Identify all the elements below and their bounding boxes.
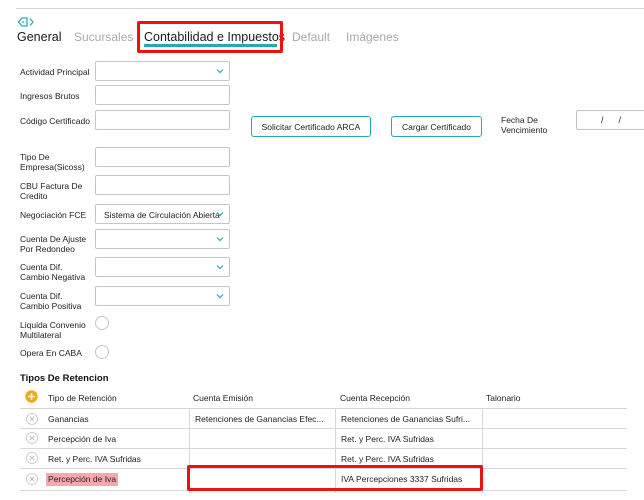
tab-imagenes[interactable]: Imágenes <box>346 30 399 44</box>
codigo-certificado-field[interactable] <box>95 110 230 130</box>
remove-row-icon[interactable] <box>26 413 38 425</box>
negociacion-fce-label: Negociación FCE <box>20 210 87 220</box>
row1-recepcion[interactable]: Retenciones de Ganancias Sufri... <box>341 414 480 424</box>
chevron-down-icon <box>216 69 224 74</box>
cuenta-dif-positiva-label: Cuenta Dif. Cambio Positiva <box>20 291 81 311</box>
actividad-principal-select[interactable] <box>95 61 230 81</box>
tipo-empresa-label: Tipo De Empresa(Sicoss) <box>20 152 85 172</box>
row-divider <box>20 448 627 449</box>
tab-sucursales[interactable]: Sucursales <box>74 30 133 44</box>
row3-tipo[interactable]: Ret. y Perc. IVA Sufridas <box>48 454 186 464</box>
negociacion-fce-select[interactable]: Sistema de Circulación Abierta <box>95 204 230 224</box>
table-header-divider <box>20 408 627 409</box>
cuenta-ajuste-label-line2: Por Redondeo <box>20 244 75 254</box>
row2-recepcion[interactable]: Ret. y Perc. IVA Sufridas <box>341 434 480 444</box>
highlight-box-row <box>187 465 483 491</box>
fecha-vencimiento-label: Fecha De Vencimiento <box>501 115 547 135</box>
opera-caba-label: Opera En CABA <box>20 348 82 358</box>
fecha-label-line2: Vencimiento <box>501 125 548 135</box>
tag-icon[interactable] <box>17 16 35 28</box>
tab-default[interactable]: Default <box>292 30 330 44</box>
row2-tipo[interactable]: Percepción de Iva <box>48 434 186 444</box>
row1-emision[interactable]: Retenciones de Ganancias Efec... <box>195 414 333 424</box>
row4-tipo[interactable]: Percepción de Iva <box>46 473 119 486</box>
negociacion-fce-value: Sistema de Circulación Abierta <box>104 210 220 220</box>
column-header-tipo[interactable]: Tipo de Retención <box>48 393 117 403</box>
liquida-convenio-label: Liquida Convenio Multilateral <box>20 320 86 340</box>
chevron-down-icon <box>216 265 224 270</box>
cuenta-dif-positiva-label-line2: Cambio Positiva <box>20 301 82 311</box>
fecha-label-line1: Fecha De <box>501 115 538 125</box>
liquida-convenio-radio[interactable] <box>95 316 109 330</box>
tab-general[interactable]: General <box>17 30 61 44</box>
remove-row-icon[interactable] <box>26 432 38 444</box>
cuenta-dif-negativa-label-line1: Cuenta Dif. <box>20 262 63 272</box>
fecha-vencimiento-value: / / <box>601 115 623 125</box>
row1-tipo[interactable]: Ganancias <box>48 414 186 424</box>
cuenta-dif-positiva-select[interactable] <box>95 286 230 306</box>
remove-row-icon[interactable] <box>26 473 38 485</box>
column-header-talonario[interactable]: Talonario <box>486 393 521 403</box>
actividad-principal-label: Actividad Principal <box>20 67 90 77</box>
cbu-label-line2: Credito <box>20 191 48 201</box>
tipo-empresa-field[interactable] <box>95 147 230 167</box>
tipo-empresa-label-line2: Empresa(Sicoss) <box>20 162 85 172</box>
liquida-convenio-label-line1: Liquida Convenio <box>20 320 86 330</box>
solicitar-certificado-button[interactable]: Solicitar Certificado ARCA <box>251 116 371 137</box>
tipos-retencion-title: Tipos De Retencion <box>20 373 109 384</box>
fecha-vencimiento-field[interactable]: / / <box>576 110 644 130</box>
cuenta-dif-negativa-select[interactable] <box>95 257 230 277</box>
chevron-down-icon <box>216 294 224 299</box>
tipo-empresa-label-line1: Tipo De <box>20 152 50 162</box>
cuenta-dif-negativa-label-line2: Cambio Negativa <box>20 272 86 282</box>
cuenta-ajuste-select[interactable] <box>95 229 230 249</box>
add-icon[interactable] <box>25 390 38 403</box>
column-header-emision[interactable]: Cuenta Emisión <box>193 393 253 403</box>
cbu-label-line1: CBU Factura De <box>20 181 83 191</box>
codigo-certificado-label: Código Certificado <box>20 116 90 126</box>
cargar-certificado-button[interactable]: Cargar Certificado <box>391 116 482 137</box>
chevron-down-icon <box>216 237 224 242</box>
row-divider <box>20 428 627 429</box>
cuenta-dif-positiva-label-line1: Cuenta Dif. <box>20 291 63 301</box>
row3-recepcion[interactable]: Ret. y Perc. IVA Sufridas <box>341 454 480 464</box>
liquida-convenio-label-line2: Multilateral <box>20 330 62 340</box>
cbu-factura-field[interactable] <box>95 175 230 195</box>
cuenta-dif-negativa-label: Cuenta Dif. Cambio Negativa <box>20 262 85 282</box>
ingresos-brutos-field[interactable] <box>95 85 230 105</box>
remove-row-icon[interactable] <box>26 452 38 464</box>
ingresos-brutos-label: Ingresos Brutos <box>20 91 80 101</box>
cuenta-ajuste-label: Cuenta De Ajuste Por Redondeo <box>20 234 86 254</box>
highlight-box-tab <box>137 21 283 53</box>
top-divider <box>16 8 644 9</box>
chevron-down-icon <box>216 212 224 217</box>
cbu-factura-label: CBU Factura De Credito <box>20 181 82 201</box>
cuenta-ajuste-label-line1: Cuenta De Ajuste <box>20 234 87 244</box>
column-header-recepcion[interactable]: Cuenta Recepción <box>340 393 410 403</box>
opera-caba-radio[interactable] <box>95 345 109 359</box>
